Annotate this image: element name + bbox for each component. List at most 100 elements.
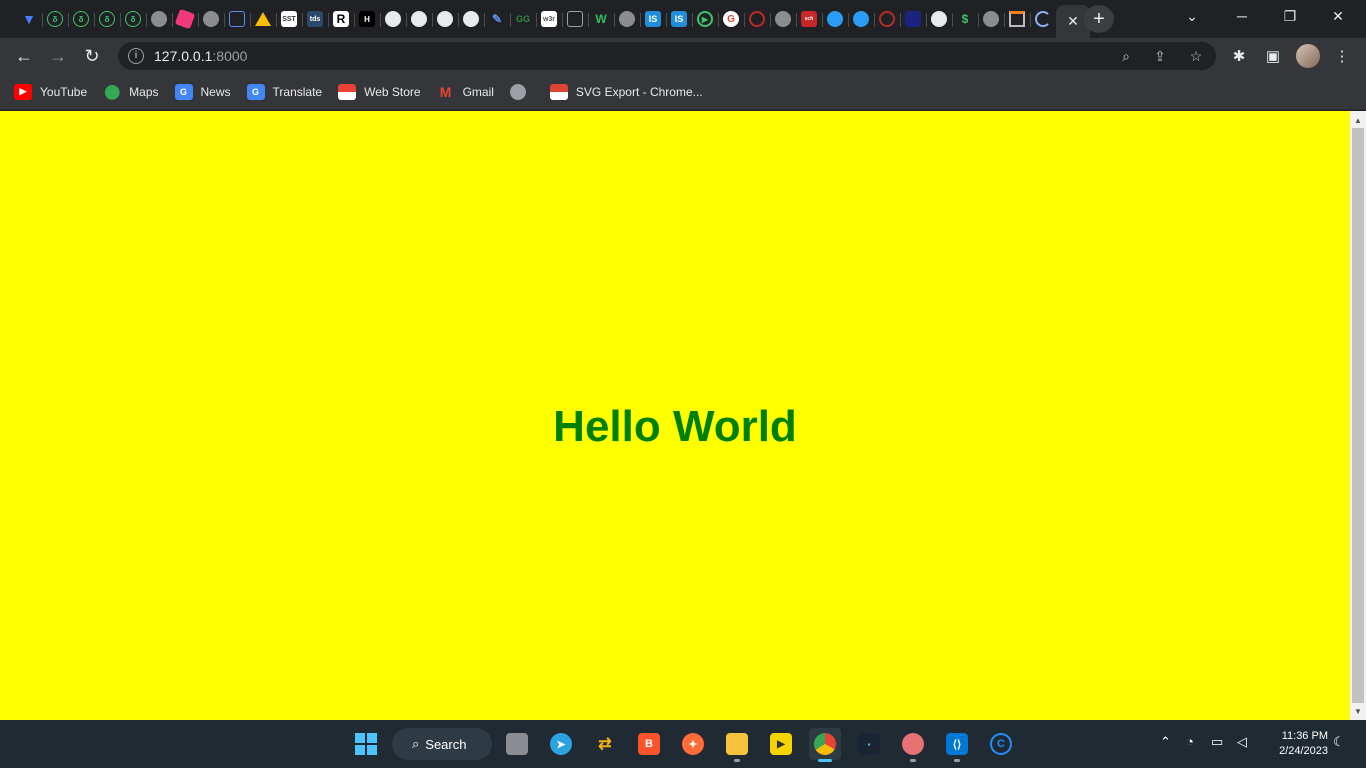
bookmark-youtube[interactable]: ▶ YouTube (14, 80, 87, 104)
bookmark-maps[interactable]: ⬤ Maps (103, 80, 158, 104)
forward-button[interactable]: → (44, 42, 72, 70)
tab[interactable]: R (328, 5, 354, 33)
network-icon[interactable]: ▭ (1211, 734, 1223, 750)
tab[interactable]: ▼ (16, 5, 42, 33)
tab[interactable]: IS (640, 5, 666, 33)
tab[interactable] (172, 5, 198, 33)
app-c[interactable]: C (985, 728, 1017, 760)
volume-muted-icon[interactable]: ◁ (1237, 734, 1247, 750)
bookmark-svg-export[interactable]: SVG Export - Chrome... (549, 80, 703, 104)
minimize-button[interactable]: ─ (1218, 0, 1266, 32)
hackernoon-icon: H (359, 11, 375, 27)
tab[interactable] (224, 5, 250, 33)
tab[interactable] (770, 5, 796, 33)
tab[interactable] (562, 5, 588, 33)
zoom-icon[interactable]: ⌕ (1116, 46, 1136, 66)
tab[interactable] (744, 5, 770, 33)
tab[interactable]: G (718, 5, 744, 33)
tab[interactable]: sch (796, 5, 822, 33)
scroll-down-icon[interactable]: ▼ (1350, 704, 1366, 718)
player-app[interactable]: ▶ (765, 728, 797, 760)
bookmark-globe[interactable] (509, 80, 534, 104)
info-icon[interactable]: i (128, 48, 144, 64)
bookmark-gmail[interactable]: M Gmail (437, 80, 494, 104)
bookmark-label: Translate (272, 84, 323, 99)
tab[interactable] (926, 5, 952, 33)
tab[interactable]: $ (952, 5, 978, 33)
bookmark-star-icon[interactable]: ☆ (1186, 46, 1206, 66)
tab[interactable] (250, 5, 276, 33)
new-tab-button[interactable]: + (1084, 5, 1114, 33)
scroll-thumb[interactable] (1352, 128, 1364, 703)
vertical-scrollbar[interactable]: ▲ ▼ (1350, 111, 1366, 720)
restore-button[interactable]: ❐ (1266, 0, 1314, 32)
tab[interactable] (198, 5, 224, 33)
tab[interactable]: W (588, 5, 614, 33)
address-bar[interactable]: i 127.0.0.1:8000 ⌕ ⇪ ☆ (118, 42, 1216, 70)
task-view-button[interactable] (501, 728, 533, 760)
taskbar-search[interactable]: ⌕ Search (392, 728, 492, 760)
tab[interactable] (900, 5, 926, 33)
dark-square-icon (905, 11, 921, 27)
taskbar-clock[interactable]: 11:36 PM 2/24/2023 (1262, 729, 1328, 759)
extensions-icon[interactable]: ✱ (1229, 46, 1249, 66)
leaf-icon: δ (73, 11, 89, 27)
character-icon (902, 733, 924, 755)
tab[interactable]: ▶ (692, 5, 718, 33)
vscode-app[interactable]: ⟨⟩ (941, 728, 973, 762)
tab[interactable] (146, 5, 172, 33)
tab-search-button[interactable]: ⌄ (1168, 0, 1216, 32)
tab[interactable] (848, 5, 874, 33)
brave-app[interactable]: B (633, 728, 665, 760)
tab[interactable]: δ (42, 5, 68, 33)
profile-avatar[interactable] (1296, 44, 1320, 68)
close-window-button[interactable]: ✕ (1314, 0, 1362, 32)
tab[interactable] (458, 5, 484, 33)
start-button[interactable] (350, 728, 382, 760)
side-panel-icon[interactable]: ▣ (1263, 46, 1283, 66)
bookmark-translate[interactable]: G Translate (246, 80, 323, 104)
menu-icon[interactable]: ⋮ (1332, 46, 1352, 66)
tab[interactable]: GG (510, 5, 536, 33)
tab[interactable]: δ (120, 5, 146, 33)
tab[interactable]: ✎ (484, 5, 510, 33)
notification-icon[interactable]: ☾ (1333, 734, 1345, 750)
tab[interactable] (380, 5, 406, 33)
tab[interactable] (822, 5, 848, 33)
tab[interactable]: tds (302, 5, 328, 33)
chrome-app[interactable] (809, 728, 841, 762)
tab[interactable]: δ (68, 5, 94, 33)
tab[interactable] (406, 5, 432, 33)
share-icon[interactable]: ⇪ (1150, 46, 1170, 66)
reload-button[interactable]: ↻ (78, 42, 106, 70)
app-orange[interactable]: ✦ (677, 728, 709, 760)
file-explorer-app[interactable] (721, 728, 753, 762)
tab[interactable] (874, 5, 900, 33)
tab[interactable]: w3r (536, 5, 562, 33)
tab[interactable]: H (354, 5, 380, 33)
app-character[interactable] (897, 728, 929, 762)
tab[interactable]: SST (276, 5, 302, 33)
tab[interactable] (614, 5, 640, 33)
tab[interactable] (1030, 5, 1056, 33)
app-dark[interactable]: ▪ (853, 728, 885, 760)
clock-date: 2/24/2023 (1279, 745, 1328, 757)
windows-icon (355, 733, 377, 755)
app-yellow[interactable]: ⇄ (589, 728, 621, 760)
tab[interactable] (1004, 5, 1030, 33)
tab[interactable]: IS (666, 5, 692, 33)
tab[interactable]: δ (94, 5, 120, 33)
app-tray-icon[interactable]: ◔ (1186, 734, 1194, 749)
search-icon: ⌕ (412, 736, 420, 751)
bookmark-web-store[interactable]: Web Store (338, 80, 421, 104)
globe-icon (203, 11, 219, 27)
show-hidden-icons[interactable]: ⌃ (1160, 734, 1171, 750)
url-text[interactable]: 127.0.0.1:8000 (154, 48, 247, 64)
close-icon[interactable]: ✕ (1067, 13, 1079, 30)
telegram-app[interactable]: ➤ (545, 728, 577, 760)
scroll-up-icon[interactable]: ▲ (1350, 113, 1366, 127)
back-button[interactable]: ← (10, 42, 38, 70)
tab[interactable] (978, 5, 1004, 33)
bookmark-news[interactable]: G News (174, 80, 231, 104)
tab[interactable] (432, 5, 458, 33)
